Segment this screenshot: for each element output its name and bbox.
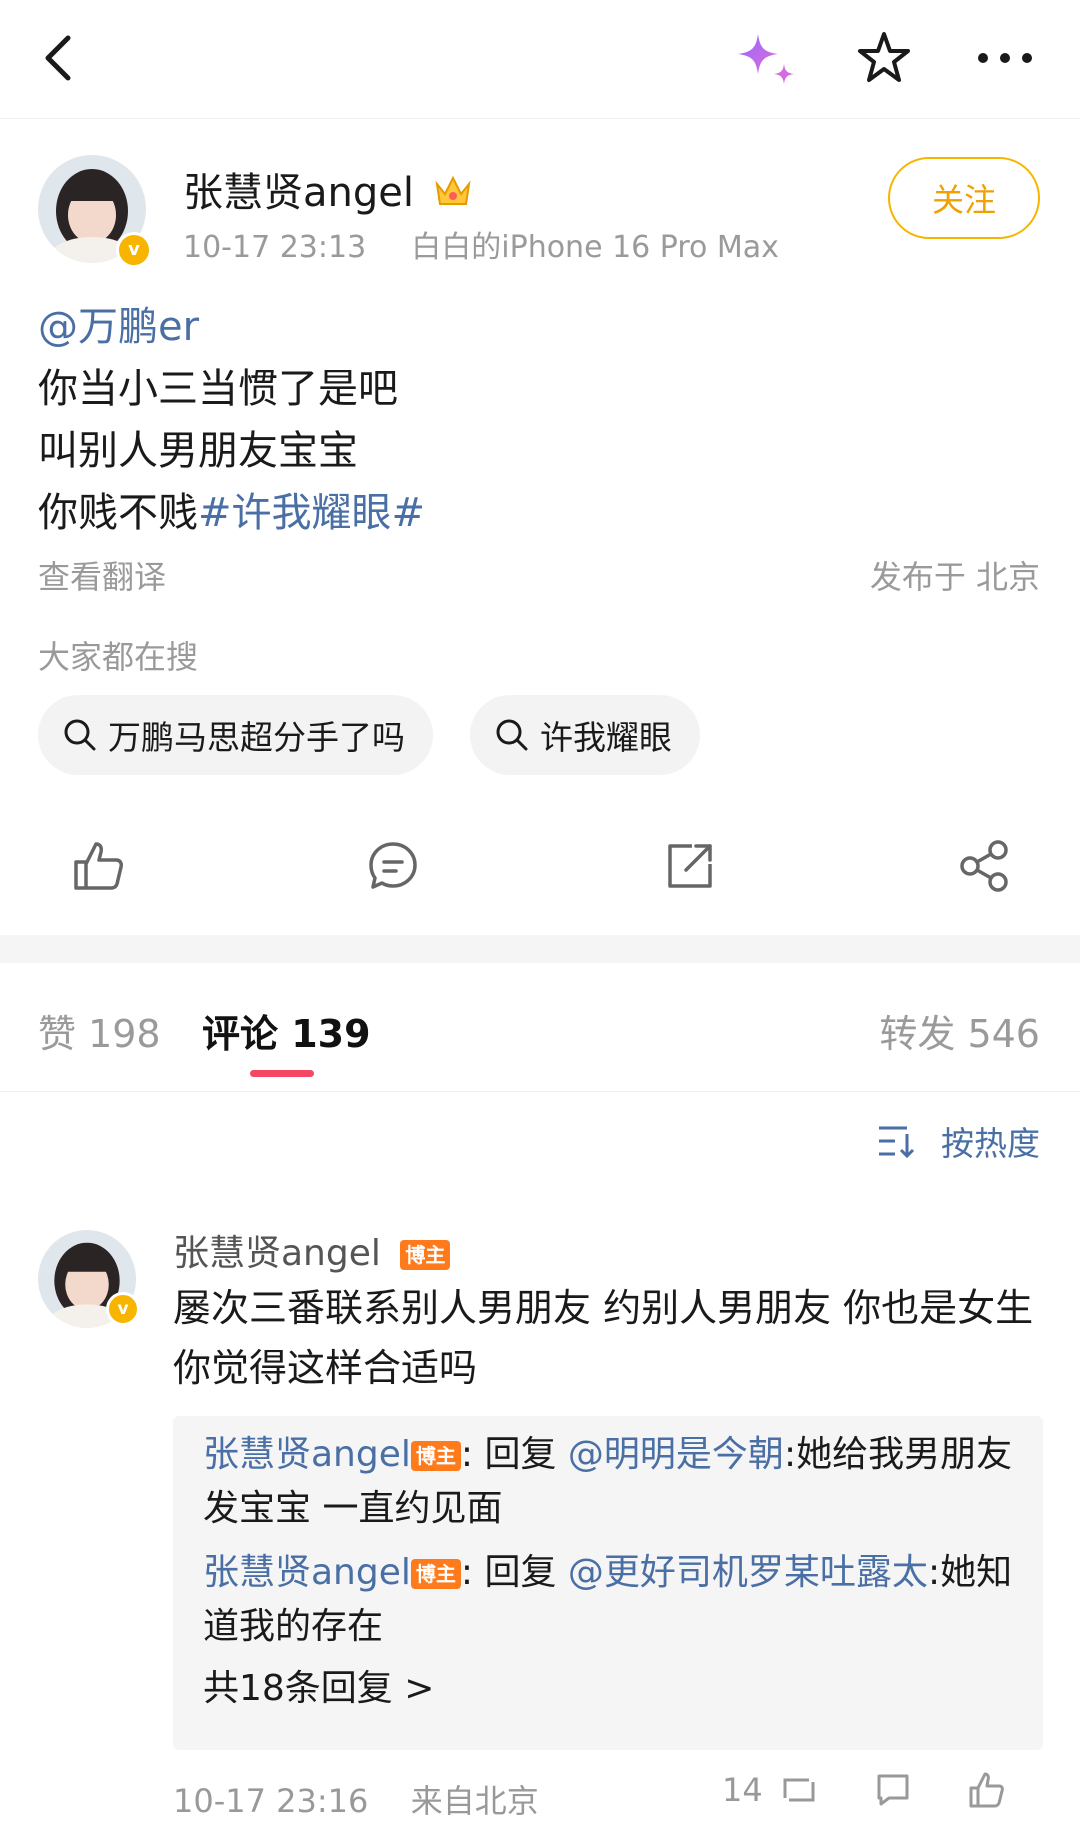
ai-assistant-button[interactable]: [730, 30, 800, 90]
post-line-1: 你当小三当惯了是吧: [38, 366, 398, 412]
verified-badge: v: [116, 232, 152, 268]
back-button[interactable]: [34, 30, 84, 86]
reply-word: : 回复: [460, 1552, 568, 1593]
follow-button[interactable]: 关注: [888, 157, 1040, 239]
interaction-tabs: 赞 198 评论 139 转发 546: [0, 963, 1080, 1092]
post-device: 白白的iPhone 16 Pro Max: [411, 230, 779, 265]
reply-item[interactable]: 张慧贤angel 博主: 回复 @明明是今朝:她给我男朋友发宝宝 一直约见面: [203, 1428, 1013, 1536]
crown-icon: [435, 175, 471, 205]
blogger-tag: 博主: [400, 1240, 451, 1270]
post-line-3-row: 你贱不贱#许我耀眼#: [38, 482, 425, 544]
author-name[interactable]: 张慧贤angel: [183, 170, 414, 216]
tab-comments[interactable]: 评论 139: [202, 1003, 371, 1058]
chevron-left-icon: [45, 35, 71, 81]
verified-badge: v: [106, 1292, 140, 1326]
author-name-row: 张慧贤angel: [183, 160, 473, 218]
post-time: 10-17 23:13: [183, 230, 367, 265]
star-icon: [858, 32, 910, 82]
search-icon: [64, 719, 96, 751]
repost-button[interactable]: [662, 838, 718, 894]
top-nav-bar: [0, 0, 1080, 119]
comment-source: 来自北京: [410, 1782, 539, 1820]
trending-chip-label: 许我耀眼: [540, 718, 672, 757]
reply-author[interactable]: 张慧贤angel: [203, 1552, 411, 1593]
reply-target[interactable]: @明明是今朝: [568, 1434, 784, 1475]
more-replies-link[interactable]: 共18条回复 >: [203, 1662, 1013, 1716]
translate-link[interactable]: 查看翻译: [38, 552, 166, 598]
comment-like-count: 14: [722, 1771, 763, 1809]
tab-likes[interactable]: 赞 198: [38, 1003, 161, 1058]
trending-chip[interactable]: 万鹏马思超分手了吗: [38, 695, 433, 775]
hashtag-link[interactable]: #许我耀眼#: [198, 490, 425, 536]
comment-footer: 10-17 23:16 来自北京: [173, 1776, 539, 1822]
reply-word: : 回复: [460, 1434, 568, 1475]
tab-reposts[interactable]: 转发 546: [879, 1003, 1040, 1058]
comment-button[interactable]: [365, 838, 421, 894]
thumbs-up-icon: [74, 842, 123, 890]
comment-time: 10-17 23:16: [173, 1782, 369, 1820]
share-button[interactable]: [956, 838, 1012, 894]
like-button[interactable]: [70, 838, 126, 894]
comment-author[interactable]: 张慧贤angel: [173, 1233, 381, 1274]
more-button[interactable]: [975, 44, 1035, 72]
post-line-2: 叫别人男朋友宝宝: [38, 428, 358, 474]
favorite-button[interactable]: [856, 30, 912, 86]
mention-link[interactable]: @万鹏er: [38, 296, 199, 358]
trending-chip[interactable]: 许我耀眼: [470, 695, 700, 775]
share-icon: [960, 840, 1008, 892]
reply-preview-box[interactable]: 张慧贤angel 博主: 回复 @明明是今朝:她给我男朋友发宝宝 一直约见面 张慧…: [173, 1416, 1043, 1750]
comment-icon[interactable]: [873, 1770, 913, 1810]
reply-target[interactable]: @更好司机罗某吐露太: [568, 1552, 928, 1593]
comment-icon: [369, 842, 417, 889]
thumbs-up-icon[interactable]: [967, 1770, 1007, 1810]
section-divider: [0, 935, 1080, 963]
tab-active-indicator: [250, 1070, 314, 1077]
blogger-tag: 博主: [410, 1559, 461, 1589]
reply-author[interactable]: 张慧贤angel: [203, 1434, 411, 1475]
trending-title: 大家都在搜: [38, 638, 199, 676]
blogger-tag: 博主: [410, 1441, 461, 1471]
comment-author-row: 张慧贤angel 博主: [173, 1224, 451, 1276]
trending-chip-label: 万鹏马思超分手了吗: [108, 718, 405, 757]
sort-toggle[interactable]: 按热度: [877, 1117, 1040, 1165]
comment-text: 屡次三番联系别人男朋友 约别人男朋友 你也是女生 你觉得这样合适吗: [173, 1286, 1034, 1390]
sort-icon: [879, 1126, 915, 1158]
post-location: 发布于 北京: [869, 558, 1040, 596]
more-dots-icon: [978, 53, 1032, 63]
post-meta: 10-17 23:13 白白的iPhone 16 Pro Max: [183, 222, 779, 266]
search-icon: [496, 719, 528, 751]
sort-label: 按热度: [941, 1124, 1040, 1163]
repost-icon[interactable]: [779, 1770, 819, 1810]
post-line-3: 你贱不贱: [38, 490, 198, 536]
comment-actions: 14: [722, 1770, 1007, 1810]
repost-icon: [668, 844, 712, 888]
sparkle-icon: [738, 34, 794, 84]
reply-item[interactable]: 张慧贤angel 博主: 回复 @更好司机罗某吐露太:她知道我的存在: [203, 1546, 1013, 1654]
